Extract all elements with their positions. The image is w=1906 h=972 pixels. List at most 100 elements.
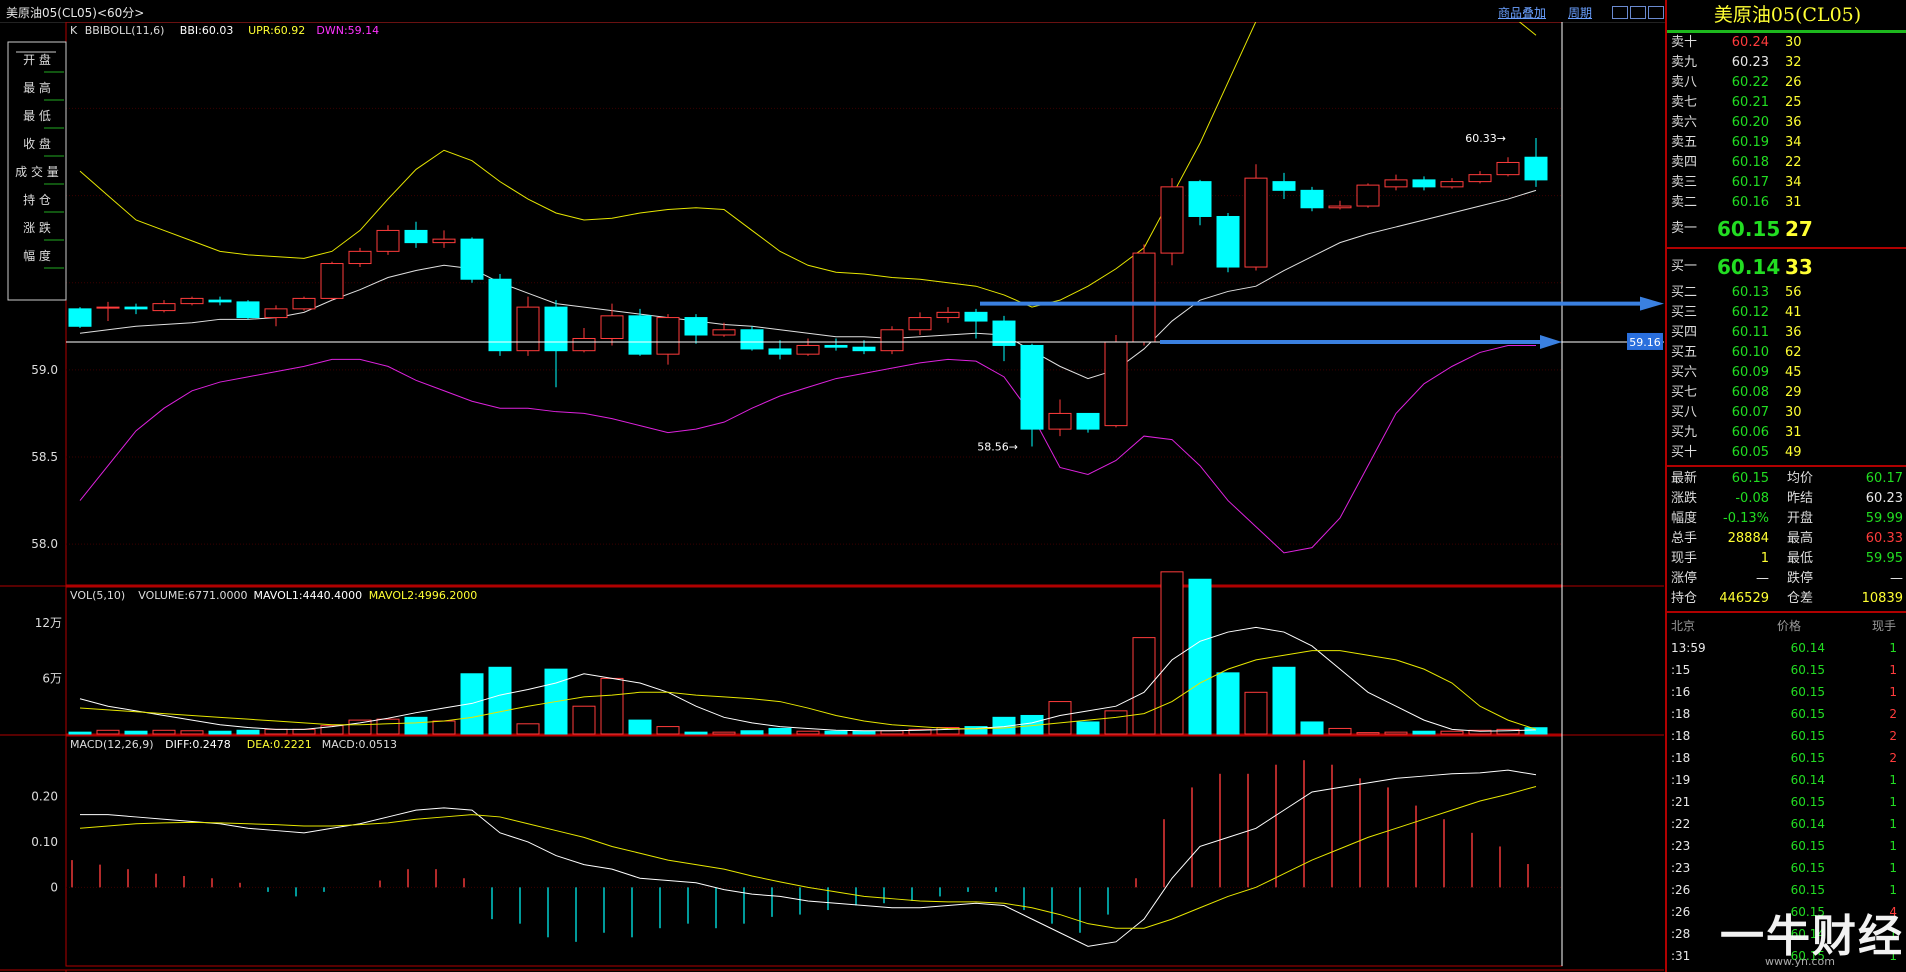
book-vol: 32 <box>1785 55 1802 70</box>
ask-row[interactable]: 卖十 60.24 30 <box>1667 33 1906 53</box>
bid-row[interactable]: 买九 60.06 31 <box>1667 423 1906 443</box>
candle-body <box>460 238 484 280</box>
overlay-link[interactable]: 商品叠加 <box>1498 4 1546 21</box>
stat-label: 昨结 <box>1787 491 1814 506</box>
ask-row[interactable]: 卖三 60.17 34 <box>1667 173 1906 193</box>
stat-value: 60.33 <box>1865 531 1903 546</box>
candle-body <box>628 315 652 355</box>
upper-band-line <box>79 22 1537 308</box>
book-label: 买二 <box>1671 285 1698 300</box>
bid-book: 买二 60.13 56 买三 60.12 41 买四 60.11 36 买五 60.10 62 买六 60… <box>1667 283 1906 463</box>
info-label: 持 仓 <box>23 192 51 207</box>
bid1-row[interactable]: 买一 60.14 33 <box>1667 251 1906 283</box>
book-label: 卖七 <box>1671 95 1698 110</box>
book-price: 60.20 <box>1731 115 1769 130</box>
ask1-row[interactable]: 卖一 60.15 27 <box>1667 213 1906 245</box>
stat-value: 60.15 <box>1731 471 1769 486</box>
view-button-3[interactable] <box>1648 6 1664 19</box>
bid-row[interactable]: 买六 60.09 45 <box>1667 363 1906 383</box>
volume-bar <box>96 729 120 735</box>
volume-bar <box>1328 727 1352 735</box>
ask-row[interactable]: 卖五 60.19 34 <box>1667 133 1906 153</box>
book-label: 买四 <box>1671 325 1698 340</box>
book-vol: 36 <box>1785 325 1802 340</box>
volume-bar <box>1412 730 1436 735</box>
arrow-head <box>1540 334 1562 349</box>
ask-row[interactable]: 卖二 60.16 31 <box>1667 193 1906 213</box>
volume-bar <box>1216 672 1240 735</box>
candle-body <box>656 317 680 355</box>
kline-chart[interactable]: 58.058.559.059.5KBBIBOLL(11,6)BBI:60.03U… <box>0 22 1664 972</box>
candle-body <box>348 250 372 265</box>
tick-vol: 1 <box>1889 685 1897 699</box>
period-link[interactable]: 周期 <box>1568 4 1592 21</box>
candle-body <box>1216 215 1240 268</box>
tick-time: :28 <box>1671 927 1691 941</box>
view-button-1[interactable] <box>1612 6 1628 19</box>
stat-value: 446529 <box>1719 591 1769 606</box>
candle-body <box>404 229 428 244</box>
book-label: 卖十 <box>1671 35 1698 50</box>
bid-row[interactable]: 买八 60.07 30 <box>1667 403 1906 423</box>
candle-body <box>516 306 540 352</box>
bid-row[interactable]: 买十 60.05 49 <box>1667 443 1906 463</box>
book-price: 60.19 <box>1731 135 1769 150</box>
volume-bar <box>824 730 848 735</box>
book-price: 60.13 <box>1731 285 1769 300</box>
bid-row[interactable]: 买四 60.11 36 <box>1667 323 1906 343</box>
ticks-header-price: 价格 <box>1777 619 1802 633</box>
candle-body <box>824 344 848 348</box>
stat-value: 1 <box>1760 551 1769 566</box>
tick-price: 60.15 <box>1790 707 1825 721</box>
bid-row[interactable]: 买七 60.08 29 <box>1667 383 1906 403</box>
ask-row[interactable]: 卖九 60.23 32 <box>1667 53 1906 73</box>
tick-vol: 1 <box>1889 773 1897 787</box>
volume-bar <box>68 731 92 735</box>
info-label: 最 高 <box>23 80 51 95</box>
volume-bar <box>236 729 260 735</box>
ask1-price: 60.15 <box>1717 217 1781 241</box>
volume-bar <box>1356 732 1380 735</box>
bid-row[interactable]: 买三 60.12 41 <box>1667 303 1906 323</box>
stat-label: 持仓 <box>1671 591 1698 606</box>
stat-label: 涨跌 <box>1671 491 1698 506</box>
ticks-header-time: 北京 <box>1671 619 1696 633</box>
bid-row[interactable]: 买五 60.10 62 <box>1667 343 1906 363</box>
mavol2-line <box>79 650 1537 730</box>
divider <box>1667 465 1906 467</box>
book-vol: 49 <box>1785 445 1802 460</box>
candle-body <box>1496 161 1520 176</box>
book-price: 60.09 <box>1731 365 1769 380</box>
stat-label: 总手 <box>1671 531 1698 546</box>
crosshair-price-label: 59.16 <box>1629 336 1661 349</box>
view-button-2[interactable] <box>1630 6 1646 19</box>
tick-time: :22 <box>1671 817 1691 831</box>
volume-bar <box>264 728 288 735</box>
book-label: 买六 <box>1671 365 1698 380</box>
book-label: 卖八 <box>1671 75 1698 90</box>
book-label: 买七 <box>1671 385 1698 400</box>
tick-price: 60.15 <box>1790 795 1825 809</box>
tick-row: :23 60.15 1 <box>1667 857 1906 879</box>
volume-bar <box>1384 731 1408 735</box>
stat-label: 跌停 <box>1787 571 1814 586</box>
ask-row[interactable]: 卖八 60.22 26 <box>1667 73 1906 93</box>
book-price: 60.11 <box>1731 325 1769 340</box>
candle-body <box>68 308 92 327</box>
candle-body <box>1160 186 1184 254</box>
tick-price: 60.14 <box>1790 817 1825 831</box>
volume-bar <box>404 716 428 735</box>
tick-vol: 2 <box>1889 707 1897 721</box>
book-vol: 56 <box>1785 285 1802 300</box>
tick-row: :19 60.14 1 <box>1667 769 1906 791</box>
info-label: 幅 度 <box>23 248 51 263</box>
main-legend-item: BBIBOLL(11,6) <box>85 24 165 37</box>
bid-row[interactable]: 买二 60.13 56 <box>1667 283 1906 303</box>
ask-row[interactable]: 卖七 60.21 25 <box>1667 93 1906 113</box>
macd-legend-item: MACD:0.0513 <box>322 738 397 751</box>
ask-row[interactable]: 卖四 60.18 22 <box>1667 153 1906 173</box>
tick-row: :23 60.15 1 <box>1667 835 1906 857</box>
volume-legend-item: VOLUME:6771.0000 <box>138 589 247 602</box>
ask-row[interactable]: 卖六 60.20 36 <box>1667 113 1906 133</box>
candle-body <box>96 306 120 309</box>
